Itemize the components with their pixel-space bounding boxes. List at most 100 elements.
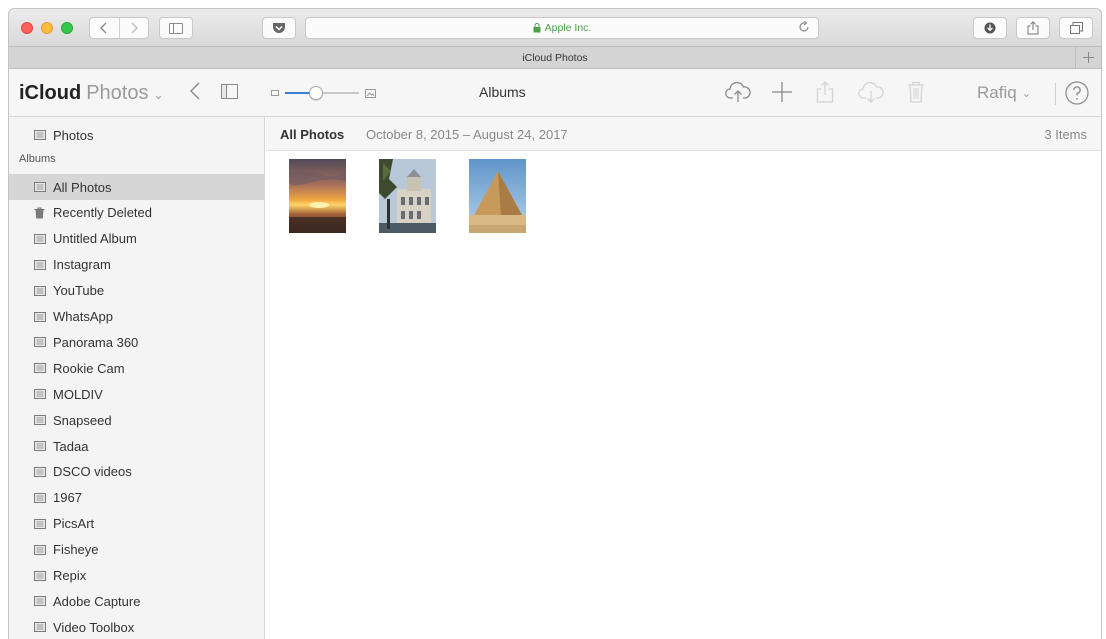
chevron-left-icon <box>100 22 107 34</box>
sidebar-icon <box>221 84 238 99</box>
tabs-icon <box>1069 22 1083 34</box>
album-icon <box>34 259 46 270</box>
photo-grid <box>266 151 1102 639</box>
zoom-control <box>271 86 376 100</box>
app-name: Photos <box>86 82 149 104</box>
new-tab-button[interactable] <box>1075 47 1101 68</box>
album-title: All Photos <box>280 127 345 142</box>
app-switcher[interactable]: iCloud Photos ⌄ <box>19 82 164 105</box>
photo-thumbnail-building[interactable] <box>379 159 436 233</box>
reload-button[interactable] <box>799 20 810 36</box>
browser-forward-button[interactable] <box>120 22 149 34</box>
url-host: Apple Inc. <box>544 22 592 34</box>
sidebar-item-label: All Photos <box>53 179 112 195</box>
user-name: Rafiq <box>977 83 1017 102</box>
album-icon <box>34 570 46 581</box>
browser-back-button[interactable] <box>90 22 119 34</box>
page-title: Albums <box>479 84 526 100</box>
sidebar-item-label: YouTube <box>53 283 105 299</box>
photo-thumbnail-pyramid[interactable] <box>469 159 526 233</box>
sunset-photo <box>289 159 346 233</box>
sidebar-item-youtube[interactable]: YouTube <box>9 278 264 304</box>
browser-sidebar-button[interactable] <box>159 17 193 39</box>
large-photo-icon <box>365 88 376 98</box>
trash-icon <box>908 81 924 103</box>
item-count: 3 Items <box>1044 127 1087 142</box>
back-button[interactable] <box>189 81 201 106</box>
sidebar-item-1967[interactable]: 1967 <box>9 485 264 511</box>
download-button <box>858 81 884 108</box>
zoom-slider-knob[interactable] <box>309 86 323 100</box>
sidebar-item-recently-deleted[interactable]: Recently Deleted <box>9 200 264 226</box>
show-tabs-button[interactable] <box>1059 17 1093 39</box>
close-window-button[interactable] <box>21 22 33 34</box>
album-icon <box>34 518 46 529</box>
zoom-slider[interactable] <box>285 86 359 100</box>
upload-button[interactable] <box>725 81 751 108</box>
sidebar-item-tadaa[interactable]: Tadaa <box>9 433 264 459</box>
sidebar-item-label: Panorama 360 <box>53 334 139 350</box>
reload-icon <box>799 20 809 32</box>
sidebar-item-all-photos[interactable]: All Photos <box>9 174 264 200</box>
album-icon <box>34 130 46 141</box>
sidebar-item-label: Repix <box>53 568 87 583</box>
add-button[interactable] <box>772 82 792 107</box>
chevron-right-icon <box>131 22 138 34</box>
album-icon <box>34 622 46 633</box>
sidebar-item-untitled-album[interactable]: Untitled Album <box>9 226 264 252</box>
tab-icloud-photos[interactable]: iCloud Photos <box>522 52 587 64</box>
help-button[interactable] <box>1065 81 1089 110</box>
sidebar-item-adobe-capture[interactable]: Adobe Capture <box>9 588 264 614</box>
album-icon <box>34 544 46 555</box>
share-button <box>816 81 834 108</box>
sidebar-item-label: Rookie Cam <box>53 360 125 376</box>
add-icon <box>772 82 792 102</box>
downloads-button[interactable] <box>973 17 1007 39</box>
zoom-window-button[interactable] <box>61 22 73 34</box>
album-icon <box>34 389 46 400</box>
sidebar-item-label: Adobe Capture <box>53 593 141 609</box>
sidebar-item-label: Fisheye <box>53 542 99 558</box>
toolbar-divider <box>1055 83 1056 105</box>
app-toolbar: iCloud Photos ⌄ Albums Rafiq ⌄ <box>8 69 1102 117</box>
sidebar-item-panorama-360[interactable]: Panorama 360 <box>9 329 264 355</box>
sidebar-item-picsart[interactable]: PicsArt <box>9 511 264 537</box>
download-icon <box>984 22 996 34</box>
minimize-window-button[interactable] <box>41 22 53 34</box>
sidebar-item-label: 1967 <box>53 490 82 506</box>
sidebar-item-whatsapp[interactable]: WhatsApp <box>9 304 264 330</box>
sidebar-item-photos[interactable]: Photos <box>9 122 264 148</box>
account-menu[interactable]: Rafiq ⌄ <box>977 83 1031 103</box>
sidebar: Photos Albums All Photos Recently Deleted… <box>8 117 265 639</box>
browser-share-button[interactable] <box>1016 17 1050 39</box>
tab-bar: iCloud Photos <box>8 46 1102 69</box>
pyramid-photo <box>469 159 526 233</box>
toggle-sidebar-button[interactable] <box>221 84 238 104</box>
photo-thumbnail-sunset[interactable] <box>289 159 346 233</box>
album-icon <box>34 182 46 193</box>
sidebar-item-label: Instagram <box>53 257 111 273</box>
album-icon <box>34 492 46 503</box>
address-bar[interactable]: Apple Inc. <box>305 17 819 39</box>
sidebar-item-label: Video Toolbox <box>53 619 135 635</box>
sidebar-item-label: Tadaa <box>53 438 89 454</box>
delete-button <box>907 81 925 108</box>
plus-icon <box>1083 52 1094 63</box>
album-icon <box>34 285 46 296</box>
album-icon <box>34 363 46 374</box>
album-icon <box>34 311 46 322</box>
download-icon <box>858 81 884 103</box>
pocket-button[interactable] <box>262 17 296 39</box>
sidebar-item-fisheye[interactable]: Fisheye <box>9 537 264 563</box>
date-range: October 8, 2015 – August 24, 2017 <box>366 127 568 142</box>
lock-icon <box>533 23 541 33</box>
sidebar-item-video-toolbox[interactable]: Video Toolbox <box>9 614 264 639</box>
sidebar-item-rookie-cam[interactable]: Rookie Cam <box>9 355 264 381</box>
sidebar-item-label: Untitled Album <box>53 231 137 247</box>
sidebar-item-snapseed[interactable]: Snapseed <box>9 407 264 433</box>
sidebar-item-moldiv[interactable]: MOLDIV <box>9 381 264 407</box>
sidebar-item-repix[interactable]: Repix <box>9 563 264 589</box>
help-icon <box>1065 81 1089 105</box>
sidebar-item-dsco-videos[interactable]: DSCO videos <box>9 459 264 485</box>
sidebar-item-instagram[interactable]: Instagram <box>9 252 264 278</box>
